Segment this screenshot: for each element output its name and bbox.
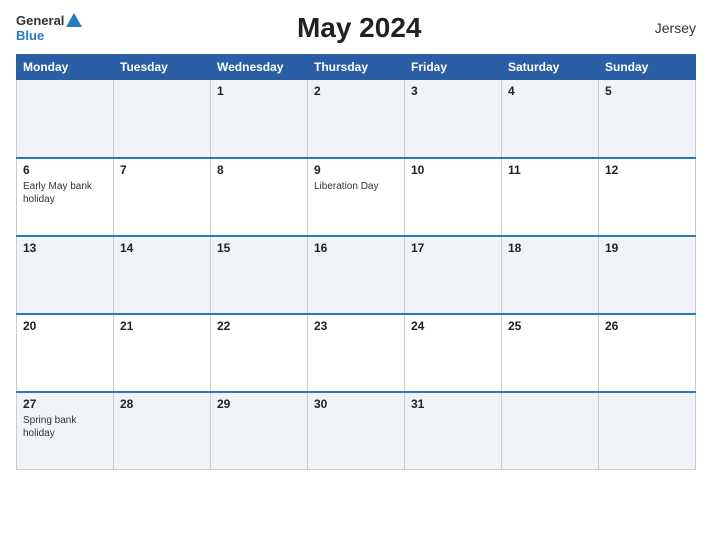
calendar-location: Jersey — [636, 20, 696, 36]
calendar-day-cell: 6 Early May bank holiday — [17, 158, 114, 236]
col-wednesday: Wednesday — [211, 55, 308, 80]
calendar-event: Liberation Day — [314, 180, 398, 193]
calendar-day-cell: 23 — [308, 314, 405, 392]
day-number: 25 — [508, 319, 592, 333]
calendar-week-row: 6 Early May bank holiday 789 Liberation Day… — [17, 158, 696, 236]
col-thursday: Thursday — [308, 55, 405, 80]
day-number: 22 — [217, 319, 301, 333]
day-number: 16 — [314, 241, 398, 255]
calendar-day-cell: 11 — [502, 158, 599, 236]
calendar-day-cell: 30 — [308, 392, 405, 470]
calendar-day-cell: 15 — [211, 236, 308, 314]
calendar-day-cell: 9 Liberation Day — [308, 158, 405, 236]
col-saturday: Saturday — [502, 55, 599, 80]
col-sunday: Sunday — [599, 55, 696, 80]
calendar-day-cell: 2 — [308, 80, 405, 158]
calendar-day-cell: 31 — [405, 392, 502, 470]
day-number: 27 — [23, 397, 107, 411]
col-monday: Monday — [17, 55, 114, 80]
calendar-header: General Blue May 2024 Jersey — [16, 12, 696, 44]
col-tuesday: Tuesday — [114, 55, 211, 80]
day-number: 14 — [120, 241, 204, 255]
day-number: 4 — [508, 84, 592, 98]
calendar-week-row: 20 21 22 23 24 25 26 — [17, 314, 696, 392]
day-number: 1 — [217, 84, 301, 98]
calendar-day-cell: 8 — [211, 158, 308, 236]
day-number: 11 — [508, 163, 592, 177]
col-friday: Friday — [405, 55, 502, 80]
logo-text-blue: Blue — [16, 29, 44, 43]
calendar-day-cell: 19 — [599, 236, 696, 314]
calendar-day-cell: 3 — [405, 80, 502, 158]
calendar-day-cell: 10 — [405, 158, 502, 236]
day-number: 8 — [217, 163, 301, 177]
calendar-day-cell: 14 — [114, 236, 211, 314]
day-number: 6 — [23, 163, 107, 177]
calendar-event: Early May bank holiday — [23, 180, 107, 206]
day-number: 3 — [411, 84, 495, 98]
calendar-day-cell — [114, 80, 211, 158]
calendar-day-cell: 17 — [405, 236, 502, 314]
day-number: 18 — [508, 241, 592, 255]
day-number: 20 — [23, 319, 107, 333]
calendar-day-cell — [17, 80, 114, 158]
calendar-day-cell: 18 — [502, 236, 599, 314]
day-number: 21 — [120, 319, 204, 333]
calendar-day-cell: 16 — [308, 236, 405, 314]
calendar-week-row: 12345 — [17, 80, 696, 158]
day-number: 26 — [605, 319, 689, 333]
day-number: 31 — [411, 397, 495, 411]
calendar-day-cell: 26 — [599, 314, 696, 392]
calendar-day-cell: 24 — [405, 314, 502, 392]
day-number: 23 — [314, 319, 398, 333]
day-number: 12 — [605, 163, 689, 177]
calendar-week-row: 27 Spring bank holiday 28 29 30 31 — [17, 392, 696, 470]
day-number: 30 — [314, 397, 398, 411]
calendar-day-cell: 28 — [114, 392, 211, 470]
calendar-day-cell: 13 — [17, 236, 114, 314]
calendar-event: Spring bank holiday — [23, 414, 107, 440]
calendar-day-cell: 25 — [502, 314, 599, 392]
day-number: 17 — [411, 241, 495, 255]
logo-triangle-icon — [66, 13, 82, 27]
logo: General Blue — [16, 13, 82, 43]
day-number: 2 — [314, 84, 398, 98]
calendar-day-cell: 7 — [114, 158, 211, 236]
day-number: 19 — [605, 241, 689, 255]
calendar-day-cell: 4 — [502, 80, 599, 158]
days-header-row: Monday Tuesday Wednesday Thursday Friday… — [17, 55, 696, 80]
logo-text-general: General — [16, 14, 64, 28]
day-number: 13 — [23, 241, 107, 255]
calendar-day-cell — [599, 392, 696, 470]
calendar-day-cell: 21 — [114, 314, 211, 392]
day-number: 10 — [411, 163, 495, 177]
day-number: 15 — [217, 241, 301, 255]
day-number: 7 — [120, 163, 204, 177]
day-number: 24 — [411, 319, 495, 333]
day-number: 28 — [120, 397, 204, 411]
calendar-table: Monday Tuesday Wednesday Thursday Friday… — [16, 54, 696, 470]
calendar-day-cell: 27 Spring bank holiday — [17, 392, 114, 470]
calendar-day-cell: 29 — [211, 392, 308, 470]
calendar-day-cell: 20 — [17, 314, 114, 392]
day-number: 9 — [314, 163, 398, 177]
calendar-day-cell: 12 — [599, 158, 696, 236]
day-number: 29 — [217, 397, 301, 411]
calendar-day-cell: 1 — [211, 80, 308, 158]
day-number: 5 — [605, 84, 689, 98]
calendar-day-cell: 5 — [599, 80, 696, 158]
calendar-title: May 2024 — [82, 12, 636, 44]
calendar-day-cell: 22 — [211, 314, 308, 392]
calendar-day-cell — [502, 392, 599, 470]
calendar-page: General Blue May 2024 Jersey Monday Tues… — [0, 0, 712, 550]
calendar-week-row: 13 14 15 16 17 18 19 — [17, 236, 696, 314]
